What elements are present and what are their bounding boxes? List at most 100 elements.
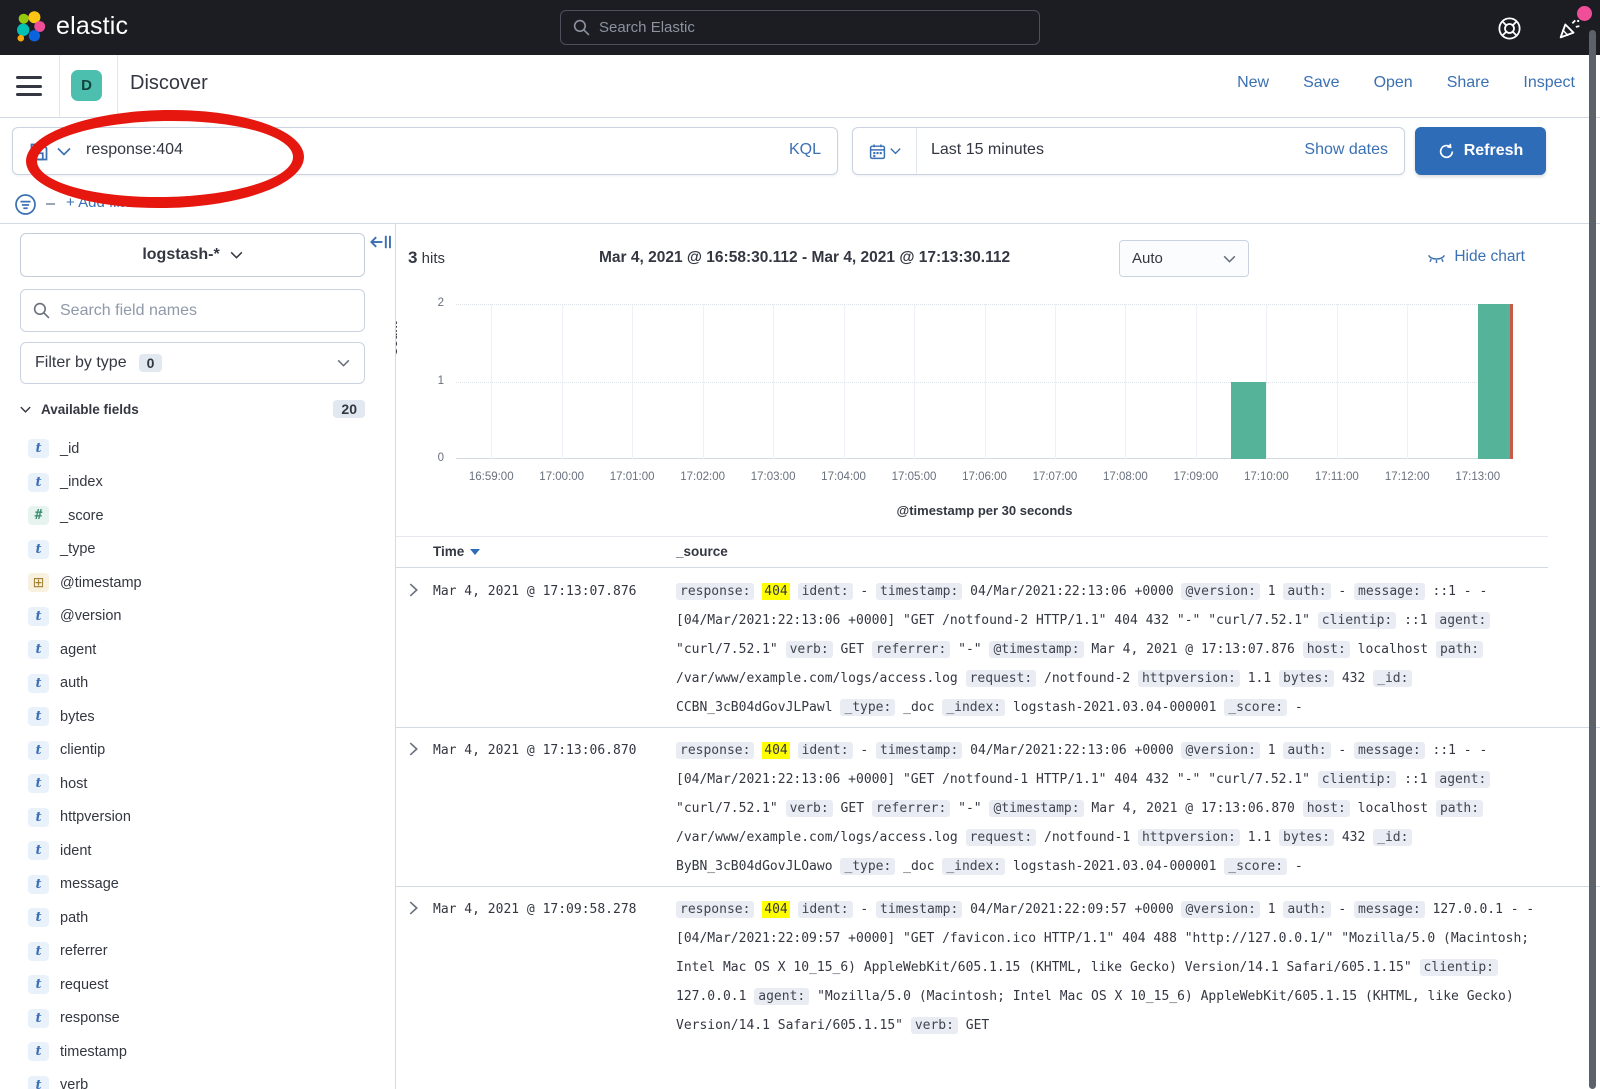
field-item-ident[interactable]: tident [0, 834, 396, 868]
field-item-@version[interactable]: t@version [0, 600, 396, 634]
chevron-down-icon [20, 406, 31, 413]
field-type-t-icon: t [28, 975, 49, 994]
interval-value: Auto [1132, 250, 1163, 267]
field-item-clientip[interactable]: tclientip [0, 734, 396, 768]
nav-link-open[interactable]: Open [1374, 74, 1413, 92]
field-type-t-icon: t [28, 607, 49, 626]
filter-icon[interactable] [14, 193, 37, 216]
global-search-input[interactable]: Search Elastic [560, 10, 1040, 45]
field-item-timestamp[interactable]: ttimestamp [0, 1035, 396, 1069]
hide-chart-button[interactable]: Hide chart [1427, 248, 1525, 266]
field-item-referrer[interactable]: treferrer [0, 935, 396, 969]
filter-by-type-count: 0 [139, 354, 163, 372]
field-type-t-icon: t [28, 942, 49, 961]
field-name-pill: clientip: [1318, 612, 1396, 629]
field-item-auth[interactable]: tauth [0, 667, 396, 701]
field-name-pill: agent: [1435, 612, 1490, 629]
field-name-pill: host: [1303, 641, 1350, 658]
x-axis-title: @timestamp per 30 seconds [456, 503, 1513, 518]
field-type-t-icon: t [28, 1042, 49, 1061]
doc-table-body: Mar 4, 2021 @ 17:13:07.876response: 404 … [396, 569, 1600, 1045]
field-item-message[interactable]: tmessage [0, 868, 396, 902]
show-dates-button[interactable]: Show dates [1304, 141, 1388, 159]
menu-icon[interactable] [16, 76, 42, 96]
field-item-request[interactable]: trequest [0, 968, 396, 1002]
field-name-pill: bytes: [1279, 670, 1334, 687]
field-name-pill: request: [966, 670, 1037, 687]
scrollbar[interactable] [1589, 30, 1596, 1089]
expand-row-icon[interactable] [409, 901, 418, 920]
field-item-httpversion[interactable]: thttpversion [0, 801, 396, 835]
chevron-down-icon[interactable] [57, 147, 71, 156]
field-type-t-icon: t [28, 1009, 49, 1028]
field-item-path[interactable]: tpath [0, 901, 396, 935]
page-title: Discover [130, 72, 208, 95]
field-name: auth [60, 675, 88, 691]
highlighted-value: 404 [762, 583, 789, 600]
column-header-time[interactable]: Time [433, 544, 480, 559]
field-item-_score[interactable]: #_score [0, 499, 396, 533]
filter-by-type-select[interactable]: Filter by type 0 [20, 342, 365, 384]
elastic-logo-icon [14, 10, 47, 43]
nav-link-new[interactable]: New [1237, 74, 1269, 92]
field-search-input[interactable]: Search field names [20, 289, 365, 332]
collapse-sidebar-button[interactable] [370, 232, 392, 257]
histogram-bar-17:09:30[interactable] [1231, 382, 1266, 460]
field-name-pill: host: [1303, 800, 1350, 817]
field-item-_index[interactable]: t_index [0, 466, 396, 500]
brand-text: elastic [56, 12, 128, 41]
refresh-button[interactable]: Refresh [1415, 127, 1546, 175]
field-name-pill: verb: [786, 641, 833, 658]
y-tick-label: 0 [424, 452, 444, 464]
saved-query-icon[interactable] [29, 142, 49, 162]
add-filter-button[interactable]: + Add filter [66, 194, 137, 211]
time-range-label[interactable]: Last 15 minutes [931, 141, 1044, 159]
field-name-pill: auth: [1283, 901, 1330, 918]
field-item-@timestamp[interactable]: ⊞@timestamp [0, 566, 396, 600]
field-name-pill: verb: [786, 800, 833, 817]
field-item-verb[interactable]: tverb [0, 1069, 396, 1089]
filter-by-type-label: Filter by type [35, 354, 127, 372]
field-item-host[interactable]: thost [0, 767, 396, 801]
query-input[interactable]: response:404 KQL [12, 127, 838, 175]
nav-link-share[interactable]: Share [1447, 74, 1490, 92]
help-icon[interactable] [1496, 15, 1523, 42]
field-item-_type[interactable]: t_type [0, 533, 396, 567]
field-type-date-icon: ⊞ [28, 573, 49, 592]
chevron-down-icon [1223, 255, 1236, 263]
chevron-down-icon [230, 251, 243, 259]
hits-count: 3 hits [408, 248, 445, 268]
field-name: bytes [60, 709, 95, 725]
field-item-_id[interactable]: t_id [0, 432, 396, 466]
field-name-pill: _index: [942, 858, 1005, 875]
kql-language-button[interactable]: KQL [789, 141, 821, 159]
field-name: clientip [60, 742, 105, 758]
date-quick-select-button[interactable] [853, 128, 917, 174]
field-item-response[interactable]: tresponse [0, 1002, 396, 1036]
field-item-bytes[interactable]: tbytes [0, 700, 396, 734]
field-item-agent[interactable]: tagent [0, 633, 396, 667]
fields-sidebar: logstash-* Search field names Filter by … [0, 224, 396, 1089]
field-name-pill: referrer: [872, 641, 950, 658]
sort-desc-icon [470, 549, 480, 555]
field-name: verb [60, 1077, 88, 1089]
field-name-pill: httpversion: [1138, 670, 1240, 687]
query-text[interactable]: response:404 [86, 141, 183, 159]
nav-link-inspect[interactable]: Inspect [1523, 74, 1575, 92]
table-row: Mar 4, 2021 @ 17:09:58.278response: 404 … [396, 887, 1600, 1045]
time-cell: Mar 4, 2021 @ 17:09:58.278 [433, 895, 668, 924]
x-tick-label: 17:04:00 [809, 471, 879, 483]
field-name-pill: path: [1436, 641, 1483, 658]
field-list: t_idt_index#_scoret_type⊞@timestampt@ver… [0, 432, 396, 1089]
available-fields-toggle[interactable]: Available fields 20 [20, 396, 365, 422]
expand-row-icon[interactable] [409, 742, 418, 761]
interval-select[interactable]: Auto [1119, 240, 1249, 277]
refresh-label: Refresh [1464, 142, 1524, 160]
field-name-pill: verb: [911, 1017, 958, 1034]
index-pattern-select[interactable]: logstash-* [20, 233, 365, 277]
field-name-pill: @version: [1181, 742, 1259, 759]
nav-link-save[interactable]: Save [1303, 74, 1339, 92]
histogram-bar-17:13:00[interactable] [1478, 304, 1513, 459]
elastic-logo[interactable]: elastic [14, 10, 128, 43]
expand-row-icon[interactable] [409, 583, 418, 602]
